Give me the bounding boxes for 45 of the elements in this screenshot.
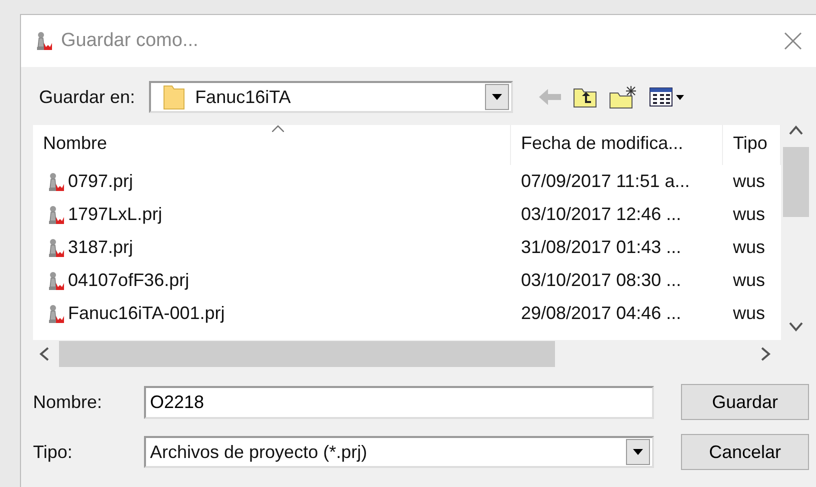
file-item[interactable]: 1797LxL.prj — [33, 198, 511, 231]
file-icon — [47, 172, 65, 192]
close-icon[interactable] — [783, 31, 803, 51]
table-cell-text: 07/09/2017 11:51 a... — [520, 170, 691, 193]
field-label: Tipo: — [33, 440, 74, 464]
file-item[interactable]: 0797.prj — [33, 165, 511, 198]
window-title: Guardar como... — [61, 28, 198, 53]
dialog-button[interactable]: Cancelar — [681, 434, 809, 470]
column-header[interactable]: Fecha de modifica... — [511, 125, 723, 165]
table-cell-text: wus — [732, 170, 766, 193]
scroll-left-icon[interactable] — [39, 347, 49, 361]
folder-icon — [163, 84, 186, 110]
file-icon — [47, 304, 65, 324]
app-icon — [35, 31, 53, 51]
view-menu-icon[interactable] — [649, 87, 686, 107]
field-label: Nombre: — [33, 390, 104, 414]
file-type-dropdown[interactable]: Archivos de proyecto (*.prj) — [144, 436, 654, 468]
file-item[interactable]: Fanuc16iTA-001.prj — [33, 297, 511, 330]
scroll-down-icon[interactable] — [789, 322, 803, 332]
file-icon — [47, 270, 65, 290]
file-item[interactable]: 04107ofF36.prj — [33, 264, 511, 297]
table-cell-text: 29/08/2017 04:46 ... — [520, 302, 682, 325]
new-folder-icon[interactable] — [609, 85, 638, 109]
scroll-right-icon[interactable] — [761, 347, 771, 361]
file-item[interactable]: 3187.prj — [33, 231, 511, 264]
scroll-up-icon[interactable] — [789, 125, 803, 135]
dropdown-arrow-icon — [492, 94, 502, 100]
dialog-button[interactable]: Guardar — [681, 384, 809, 420]
file-name-field[interactable]: O2218 — [144, 386, 654, 418]
table-cell-text: wus — [732, 236, 766, 259]
file-icon — [47, 238, 65, 258]
save-in-label: Guardar en: — [39, 86, 136, 108]
table-cell-text: 03/10/2017 12:46 ... — [520, 203, 682, 226]
scrollbar-thumb[interactable] — [59, 341, 555, 367]
up-folder-icon[interactable] — [573, 86, 598, 108]
table-cell-text: wus — [732, 269, 766, 292]
table-cell-text: 03/10/2017 08:30 ... — [520, 269, 682, 292]
table-cell-text: 31/08/2017 01:43 ... — [520, 236, 682, 259]
table-cell-text: wus — [732, 302, 766, 325]
folder-dropdown[interactable]: Fanuc16iTA — [149, 81, 514, 113]
column-header[interactable]: Nombre — [33, 125, 511, 165]
scrollbar-thumb[interactable] — [783, 147, 809, 217]
table-cell-text: wus — [732, 203, 766, 226]
dropdown-arrow-icon — [633, 449, 643, 455]
file-icon — [47, 204, 65, 224]
